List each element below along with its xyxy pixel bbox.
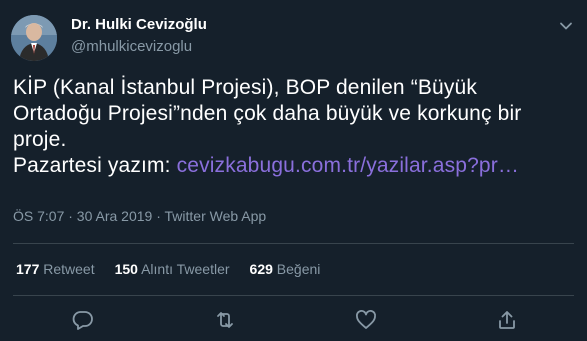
likes-label: Beğeni bbox=[276, 261, 321, 277]
tweet-text-line: proje. bbox=[13, 128, 67, 151]
tweet-text: KİP (Kanal İstanbul Projesi), BOP denile… bbox=[13, 75, 578, 179]
link-prefix: Pazartesi yazım: bbox=[13, 154, 177, 177]
tweet-text-line: KİP (Kanal İstanbul Projesi), BOP denile… bbox=[13, 76, 478, 99]
tweet-link[interactable]: cevizkabugu.com.tr/yazilar.asp?pr… bbox=[177, 154, 519, 177]
quotes-stat[interactable]: 150 Alıntı Tweetler bbox=[115, 261, 230, 277]
tweet-timestamp[interactable]: ÖS 7:07 · 30 Ara 2019 · Twitter Web App bbox=[13, 208, 266, 224]
tweet-card: Dr. Hulki Cevizoğlu @mhulkicevizoglu KİP… bbox=[0, 0, 587, 341]
retweets-stat[interactable]: 177 Retweet bbox=[16, 261, 95, 277]
avatar[interactable] bbox=[11, 15, 57, 61]
retweet-icon[interactable] bbox=[213, 308, 237, 332]
retweets-label: Retweet bbox=[43, 261, 95, 277]
quotes-count: 150 bbox=[114, 261, 138, 277]
tweet-link-line: Pazartesi yazım: cevizkabugu.com.tr/yazi… bbox=[13, 153, 578, 179]
likes-stat[interactable]: 629 Beğeni bbox=[250, 261, 321, 277]
author-name[interactable]: Dr. Hulki Cevizoğlu bbox=[71, 16, 207, 33]
more-chevron-icon[interactable] bbox=[558, 18, 574, 34]
author-handle[interactable]: @mhulkicevizoglu bbox=[71, 38, 192, 55]
divider bbox=[13, 243, 574, 244]
tweet-text-line: Ortadoğu Projesi”nden çok daha büyük ve … bbox=[13, 102, 522, 125]
likes-count: 629 bbox=[249, 261, 273, 277]
reply-icon[interactable] bbox=[71, 308, 95, 332]
retweets-count: 177 bbox=[16, 261, 40, 277]
tweet-stats: 177 Retweet 150 Alıntı Tweetler 629 Beğe… bbox=[16, 261, 320, 277]
like-icon[interactable] bbox=[354, 308, 378, 332]
avatar-image bbox=[11, 15, 57, 61]
share-icon[interactable] bbox=[495, 308, 519, 332]
divider bbox=[13, 295, 574, 296]
quotes-label: Alıntı Tweetler bbox=[141, 261, 230, 277]
